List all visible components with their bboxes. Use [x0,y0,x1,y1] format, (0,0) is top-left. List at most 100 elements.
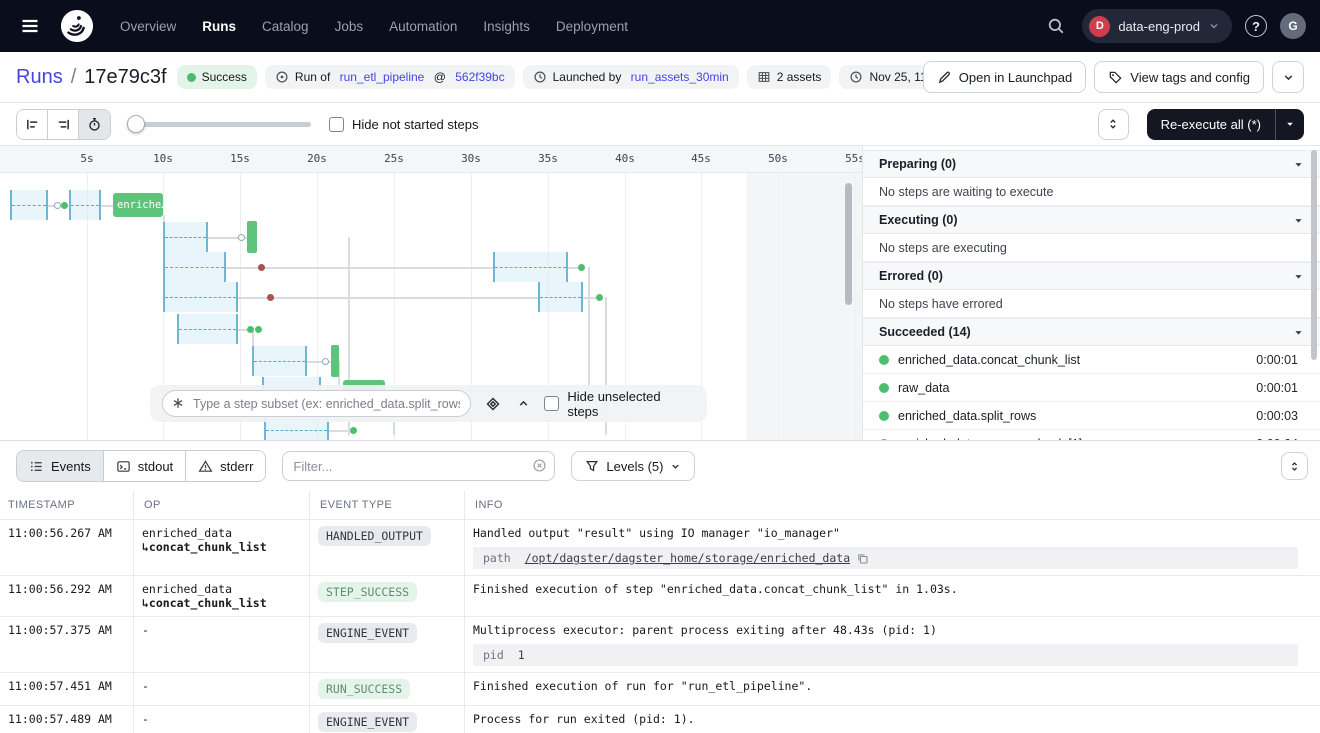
gantt-connector-line [101,205,113,207]
run-more-actions-button[interactable] [1272,61,1304,93]
nav-item-automation[interactable]: Automation [389,19,457,34]
breadcrumb-runs-link[interactable]: Runs [16,66,63,89]
gantt-pending-box[interactable] [163,282,238,312]
hide-unselected-checkbox[interactable]: Hide unselected steps [544,389,695,419]
section-header-preparing[interactable]: Preparing (0) [863,150,1320,178]
caret-down-icon[interactable] [1276,109,1304,140]
reexecute-all-button[interactable]: Re-execute all (*) [1146,108,1304,140]
section-header-executing[interactable]: Executing (0) [863,206,1320,234]
menu-icon[interactable] [14,10,46,42]
layout-timed-button[interactable] [79,109,110,139]
log-row[interactable]: 11:00:57.375 AM - ENGINE_EVENT Multiprocess… [0,617,1320,673]
log-row[interactable]: 11:00:56.267 AM enriched_data ↳concat_chun… [0,520,1320,576]
run-icon [275,70,289,84]
help-icon[interactable] [1245,15,1267,37]
avatar[interactable]: G [1280,13,1306,39]
tab-events[interactable]: Events [17,451,104,481]
metadata-path-link[interactable]: /opt/dagster/dagster_home/storage/enrich… [525,551,850,565]
run-status-badge[interactable]: Success [176,65,257,89]
gantt-success-dot[interactable] [349,426,357,434]
nav-item-runs[interactable]: Runs [202,19,236,34]
gantt-marker-dot[interactable] [53,201,61,209]
step-subset-input[interactable] [162,390,472,417]
gantt-marker-dot[interactable] [237,233,245,241]
chevron-up-icon[interactable] [515,395,532,412]
panel-scrollbar-thumb[interactable] [1311,150,1317,360]
gantt-success-dot[interactable] [60,201,68,209]
gantt-pending-box[interactable] [10,190,48,220]
log-table-header: TIMESTAMP OP EVENT TYPE INFO [0,491,1320,520]
gantt-marker-dot[interactable] [321,357,329,365]
success-dot-icon [186,72,196,82]
step-status-panel: Preparing (0) No steps are waiting to exe… [862,146,1320,440]
view-tags-config-button[interactable]: View tags and config [1094,61,1264,93]
log-filter-input[interactable] [282,451,556,481]
tag-link[interactable]: 562f39bc [455,70,504,84]
gantt-step-bar[interactable] [331,345,339,377]
section-header-succeeded[interactable]: Succeeded (14) [863,318,1320,346]
nav-item-jobs[interactable]: Jobs [335,19,364,34]
gantt-pending-box[interactable] [538,282,583,312]
gantt-step-bar[interactable]: enriche… [113,193,163,217]
slider-knob[interactable] [127,115,145,133]
gantt-success-dot[interactable] [246,325,254,333]
layout-flat-button[interactable] [17,109,48,139]
copy-icon[interactable] [856,552,869,565]
step-list-item[interactable]: enriched_data.process_chunk [1] 0:00:04 [863,430,1320,440]
gantt-skipped-dot[interactable] [257,263,265,271]
gantt-pending-box[interactable] [252,346,307,376]
tab-stderr[interactable]: stderr [186,451,266,481]
step-subset-overlay: Hide unselected steps [150,385,707,422]
step-duration: 0:00:01 [1256,380,1298,395]
gantt-body: enriche…enriche… Hide unselected steps [0,173,862,440]
nav-item-insights[interactable]: Insights [483,19,530,34]
workspace-badge: D [1089,15,1111,37]
gantt-zoom-slider[interactable] [127,115,311,133]
gantt-pending-box[interactable] [177,314,238,344]
section-header-errored[interactable]: Errored (0) [863,262,1320,290]
tag-text: Launched by [552,70,625,84]
step-duration: 0:00:03 [1256,408,1298,423]
axis-tick-label: 45s [691,152,711,165]
log-expand-collapse-button[interactable] [1281,452,1308,480]
log-op-name: - [142,623,149,637]
run-tag[interactable]: Launched by run_assets_30min [522,65,739,89]
expand-collapse-button[interactable] [1097,108,1129,140]
nav-item-overview[interactable]: Overview [120,19,176,34]
tag-link[interactable]: run_etl_pipeline [340,70,425,84]
gantt-pending-box[interactable] [163,252,226,282]
gantt-connector-line [238,297,538,299]
levels-dropdown[interactable]: Levels (5) [571,451,696,481]
gantt-pending-box[interactable] [69,190,101,220]
tag-link[interactable]: run_assets_30min [631,70,729,84]
gantt-success-dot[interactable] [254,325,262,333]
hide-not-started-checkbox[interactable]: Hide not started steps [329,116,478,132]
log-row[interactable]: 11:00:56.292 AM enriched_data ↳concat_chun… [0,576,1320,617]
graph-query-icon[interactable] [483,394,503,414]
tab-stdout[interactable]: stdout [103,451,187,481]
workspace-switcher[interactable]: D data-eng-prod [1082,9,1232,43]
step-list-item[interactable]: enriched_data.split_rows 0:00:03 [863,402,1320,430]
layout-waterfall-button[interactable] [48,109,79,139]
open-in-launchpad-button[interactable]: Open in Launchpad [922,61,1087,93]
gantt-scrollbar-thumb[interactable] [845,183,852,305]
log-row[interactable]: 11:00:57.489 AM - ENGINE_EVENT Process for … [0,706,1320,733]
search-icon[interactable] [1043,13,1069,39]
step-list-item[interactable]: enriched_data.concat_chunk_list 0:00:01 [863,346,1320,374]
gantt-skipped-dot[interactable] [266,293,274,301]
gantt-pending-box[interactable] [493,252,568,282]
gantt-success-dot[interactable] [577,263,585,271]
run-tag[interactable]: 2 assets [746,65,832,89]
log-op: enriched_data ↳concat_chunk_list [134,520,310,575]
gantt-gridline [778,173,779,440]
nav-item-catalog[interactable]: Catalog [262,19,309,34]
tag-text: Run of [294,70,334,84]
nav-item-deployment[interactable]: Deployment [556,19,628,34]
gantt-success-dot[interactable] [595,293,603,301]
gantt-pending-box[interactable] [163,222,208,252]
run-tag[interactable]: Run of run_etl_pipeline @ 562f39bc [264,65,515,89]
log-row[interactable]: 11:00:57.451 AM - RUN_SUCCESS Finished exec… [0,673,1320,706]
step-list-item[interactable]: raw_data 0:00:01 [863,374,1320,402]
clear-filter-icon[interactable] [532,458,547,473]
gantt-step-bar[interactable] [247,221,257,253]
